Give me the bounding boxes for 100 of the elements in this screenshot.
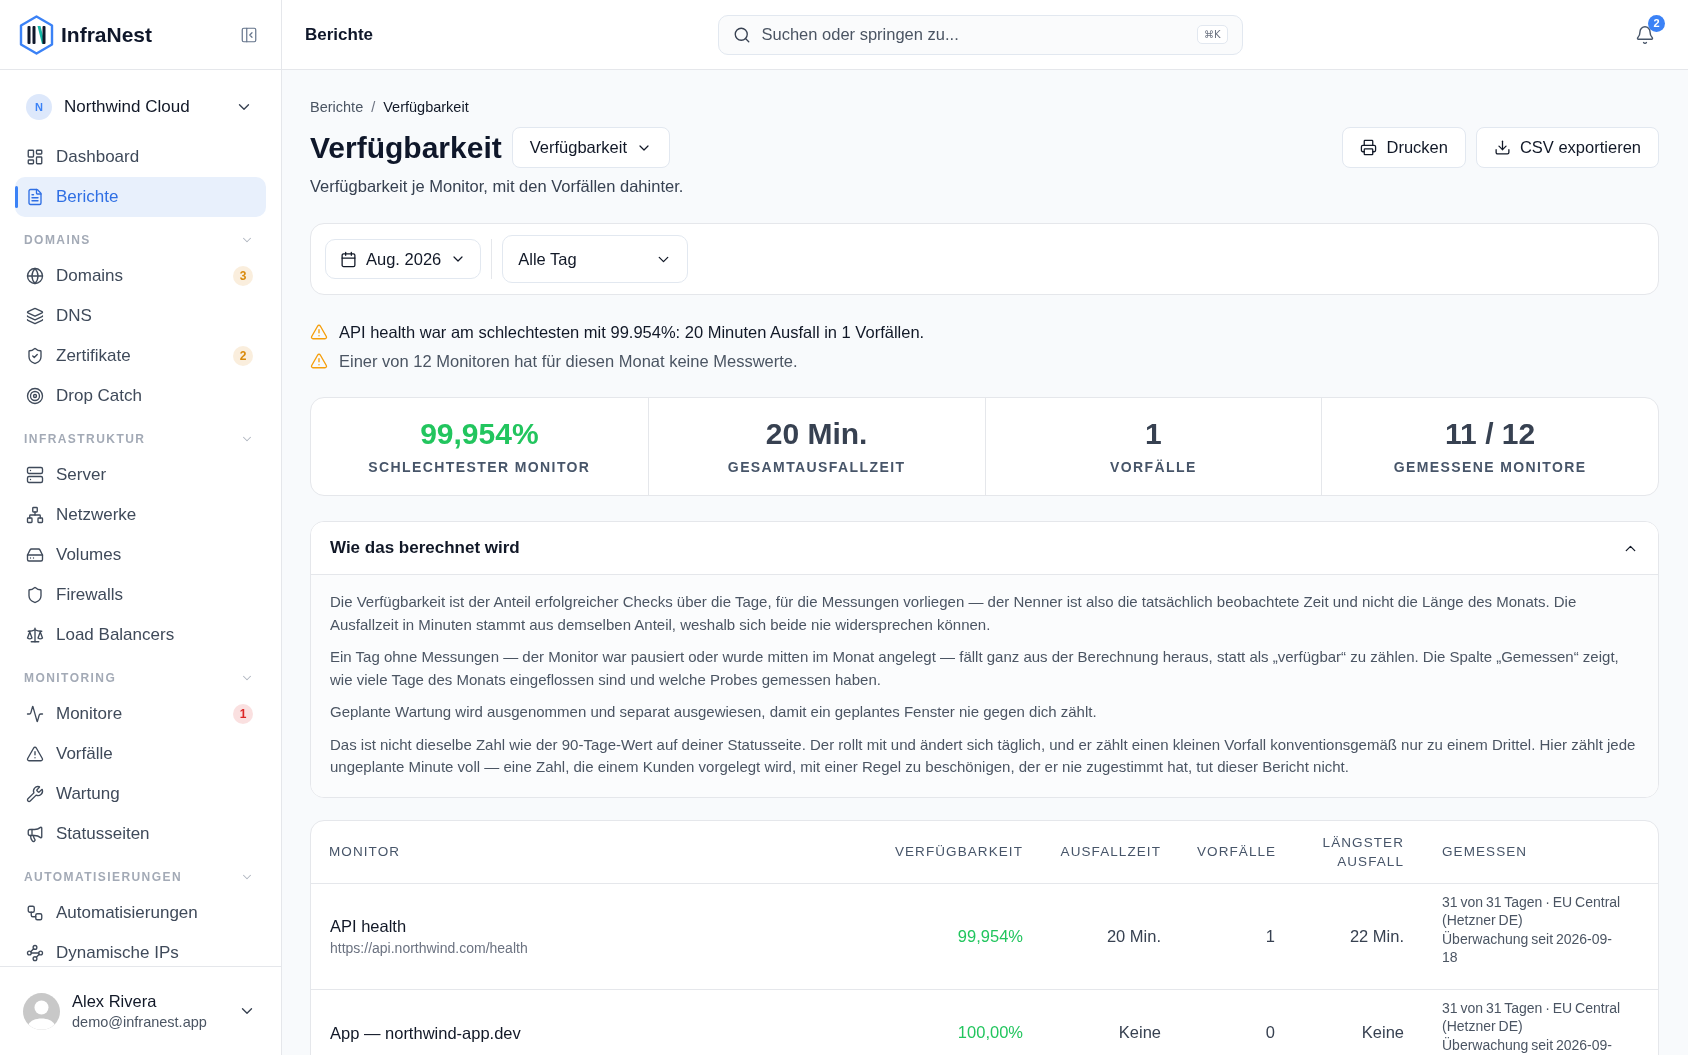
- nav-item[interactable]: Monitore 1: [15, 694, 266, 734]
- monitor-name: API health: [330, 915, 408, 937]
- nav-item[interactable]: Server: [15, 455, 266, 495]
- report-description: Verfügbarkeit je Monitor, mit den Vorfällen dahinter.: [310, 176, 685, 196]
- availability-value: 100,00%: [956, 1023, 1024, 1043]
- column-header: AUSFALLZEIT: [1059, 843, 1162, 861]
- org-name: Northwind Cloud: [64, 97, 191, 117]
- nav-item[interactable]: Domains 3: [15, 256, 266, 296]
- stat-label: GEMESSENE MONITORE: [1393, 458, 1587, 476]
- stat-label: SCHLECHTESTER MONITOR: [368, 458, 591, 476]
- brand-name: InfraNest: [61, 22, 153, 47]
- bell-icon[interactable]: [1635, 24, 1655, 45]
- count-badge: 2: [233, 346, 253, 366]
- breadcrumb-item: Verfügbarkeit: [383, 99, 469, 115]
- document-icon: [26, 188, 44, 206]
- breadcrumb-separator: /: [371, 99, 376, 115]
- column-header: GEMESSEN: [1441, 843, 1529, 861]
- table-cell-text: Keine: [1360, 1023, 1405, 1043]
- megaphone-icon: [26, 825, 44, 843]
- notification-badge: 2: [1648, 14, 1665, 32]
- nav-item[interactable]: Dashboard: [15, 137, 266, 177]
- explanation-paragraph: Die Verfügbarkeit ist der Anteil erfolgreicher Checks über die Tage, für die Messungen vorliegen — der Nenner ist also die tatsächlich beobachtete Zeit und nicht die Länge des Monats. Die Ausfallzeit in Minuten stammt aus demselben Anteil, weshalb sich beide nie widersprechen können.: [330, 592, 1578, 635]
- nav-item[interactable]: Automatisierungen: [15, 893, 266, 933]
- month-select[interactable]: Aug. 2026: [325, 239, 482, 279]
- calendar-icon: [340, 250, 357, 268]
- layers-icon: [26, 307, 44, 325]
- report-select[interactable]: Verfügbarkeit: [511, 127, 670, 168]
- globe-icon: [26, 267, 44, 285]
- user-email: demo@infranest.app: [72, 1014, 208, 1030]
- stat-label: GESAMTAUSFALLZEIT: [727, 458, 906, 476]
- target-icon: [26, 387, 44, 405]
- table-cell-text: 22 Min.: [1348, 926, 1405, 946]
- explanation-toggle[interactable]: Wie das berechnet wird: [311, 522, 1658, 575]
- hexagon-logo-icon: [19, 14, 54, 55]
- workflow-icon: [26, 904, 44, 922]
- shield-check-icon: [26, 347, 44, 365]
- server-icon: [26, 466, 44, 484]
- nav-item[interactable]: Vorfälle: [15, 734, 266, 774]
- user-name: Alex Rivera: [72, 992, 158, 1011]
- waypoints-icon: [26, 944, 44, 962]
- column-header: MONITOR: [328, 843, 402, 861]
- breadcrumb-item[interactable]: Berichte: [310, 99, 364, 115]
- warning-icon: [310, 323, 328, 341]
- explanation-paragraph: Ein Tag ohne Messungen — der Monitor war pausiert oder wurde mitten im Monat angelegt — fällt ganz aus der Berechnung heraus, statt als „verfügbar“ zu zählen. Die Spalte „Gemessen“ zeigt, wie viele Tage des Monats eingeflossen sind und welche Probes gemessen haben.: [330, 647, 1620, 690]
- warning-icon: [310, 352, 328, 370]
- nav-item[interactable]: DNS: [15, 296, 266, 336]
- action-button[interactable]: CSV exportieren: [1475, 127, 1659, 168]
- wrench-icon: [26, 785, 44, 803]
- alert-text: Einer von 12 Monitoren hat für diesen Monat keine Messwerte.: [339, 351, 798, 372]
- nav-item[interactable]: Firewalls: [15, 575, 266, 615]
- report-title: Verfügbarkeit: [310, 130, 502, 165]
- table-cell-text: 1: [1264, 926, 1276, 946]
- stat-value: 1: [1145, 416, 1162, 452]
- stat-label: VORFÄLLE: [1110, 458, 1197, 476]
- org-switcher[interactable]: N Northwind Cloud: [15, 85, 266, 129]
- alert-text: API health war am schlechtesten mit 99.954%: 20 Minuten Ausfall in 1 Vorfällen.: [339, 322, 925, 343]
- count-badge: 1: [233, 704, 253, 724]
- table-cell-text: 0: [1264, 1023, 1276, 1043]
- nav-item[interactable]: Volumes: [15, 535, 266, 575]
- availability-value: 99,954%: [956, 926, 1024, 946]
- action-button[interactable]: Drucken: [1342, 127, 1466, 168]
- explanation-paragraph: Geplante Wartung wird ausgenommen und separat ausgewiesen, damit ein geplantes Fenster nie gegen dich zählt.: [330, 702, 1098, 722]
- column-header: VERFÜGBARKEIT: [893, 843, 1024, 861]
- stat-value: 99,954%: [420, 416, 539, 452]
- hard-drive-icon: [26, 546, 44, 564]
- table-cell-text: Keine: [1117, 1023, 1162, 1043]
- grid-icon: [26, 148, 44, 166]
- nav-item[interactable]: Drop Catch: [15, 376, 266, 416]
- nav-item[interactable]: Load Balancers: [15, 615, 266, 655]
- measured-info: Überwachung seit 2026-09-18: [1442, 929, 1613, 967]
- count-badge: 3: [233, 266, 253, 286]
- nav-item[interactable]: Zertifikate 2: [15, 336, 266, 376]
- monitor-name: App — northwind-app.dev: [330, 1022, 522, 1044]
- table-cell-text: 20 Min.: [1105, 926, 1162, 946]
- nav-item[interactable]: Netzwerke: [15, 495, 266, 535]
- scale-icon: [26, 626, 44, 644]
- measured-info: 31 von 31 Tagen · EU Central (Hetzner DE): [1442, 892, 1622, 930]
- page-heading: Berichte: [305, 24, 374, 45]
- org-avatar: N: [26, 94, 52, 120]
- printer-icon: [1360, 139, 1378, 156]
- download-icon: [1493, 139, 1511, 156]
- warning-icon: [26, 745, 44, 763]
- monitor-url: https://api.northwind.com/health: [330, 938, 529, 958]
- panel-collapse-icon[interactable]: [240, 25, 258, 44]
- nav-item[interactable]: Berichte: [15, 177, 266, 217]
- nav-item[interactable]: Wartung: [15, 774, 266, 814]
- shield-icon: [26, 586, 44, 604]
- column-header: LÄNGSTER AUSFALL: [1321, 833, 1405, 871]
- nav-item[interactable]: Dynamische IPs: [15, 933, 266, 966]
- network-icon: [26, 506, 44, 524]
- column-header: VORFÄLLE: [1196, 843, 1278, 861]
- pulse-icon: [26, 705, 44, 723]
- day-select[interactable]: Alle Tag: [502, 235, 689, 283]
- stat-value: 11 / 12: [1445, 416, 1536, 452]
- avatar-icon: [23, 992, 60, 1030]
- measured-info: 31 von 31 Tagen · EU Central (Hetzner DE): [1442, 998, 1622, 1036]
- stat-value: 20 Min.: [765, 416, 868, 452]
- explanation-paragraph: Das ist nicht dieselbe Zahl wie der 90-Tage-Wert auf deiner Statusseite. Der rollt mit und ändert sich täglich, und er zählt einen kleinen Vorfall konventionsgemäß nur zu einem Drittel. Hier zählt jede ungeplante Minute voll — eine Zahl, die einem Kunden vorgelegt wird, mit einer Regel zu beschönigen, der er nie zugestimmt hat, tut dieser Bericht nicht.: [330, 734, 1637, 777]
- search-icon: [732, 25, 751, 44]
- nav-item[interactable]: Statusseiten: [15, 814, 266, 854]
